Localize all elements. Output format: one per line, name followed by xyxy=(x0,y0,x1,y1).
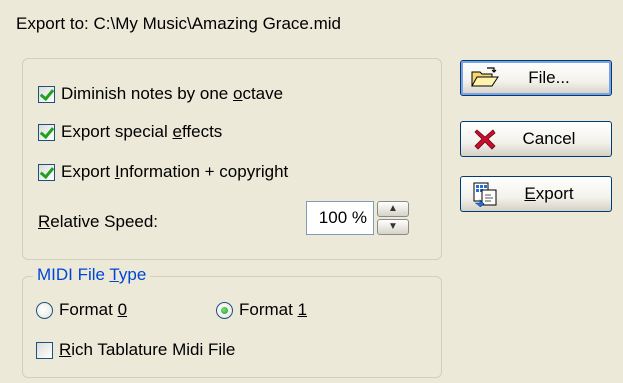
relative-speed-spinner[interactable]: ▲ ▼ xyxy=(377,201,409,235)
export-information-checkbox[interactable]: Export Information + copyright xyxy=(38,162,288,182)
spin-down-button[interactable]: ▼ xyxy=(377,219,409,235)
export-dialog: Export to: C:\My Music\Amazing Grace.mid… xyxy=(0,0,623,383)
cancel-button-label: Cancel xyxy=(522,129,576,148)
export-path-label: Export to: C:\My Music\Amazing Grace.mid xyxy=(16,14,341,33)
export-information-label: Export Information + copyright xyxy=(61,162,289,181)
diminish-octave-checkbox[interactable]: Diminish notes by one octave xyxy=(38,84,283,104)
file-button-label: File... xyxy=(528,68,570,87)
export-button-label: Export xyxy=(524,184,574,203)
export-document-icon xyxy=(465,178,505,210)
export-special-effects-label: Export special effects xyxy=(61,122,223,141)
rich-tablature-checkbox-box[interactable] xyxy=(36,341,53,359)
arrow-down-icon: ▼ xyxy=(388,221,398,232)
format-0-radio-circle[interactable] xyxy=(36,301,53,319)
format-1-label: Format 1 xyxy=(239,300,308,319)
rich-tablature-label: Rich Tablature Midi File xyxy=(59,340,236,359)
format-0-label: Format 0 xyxy=(59,300,128,319)
cancel-button[interactable]: Cancel xyxy=(460,121,612,157)
diminish-octave-label: Diminish notes by one octave xyxy=(61,84,284,103)
format-0-radio[interactable]: Format 0 xyxy=(36,300,127,320)
midi-file-type-group: MIDI File Type xyxy=(22,265,442,378)
spin-up-button[interactable]: ▲ xyxy=(377,201,409,217)
arrow-up-icon: ▲ xyxy=(388,203,398,214)
rich-tablature-checkbox[interactable]: Rich Tablature Midi File xyxy=(36,340,235,360)
file-button[interactable]: File... xyxy=(460,60,612,96)
red-x-icon xyxy=(465,123,505,155)
export-information-checkbox-box[interactable] xyxy=(38,163,55,181)
midi-file-type-legend: MIDI File Type xyxy=(33,265,151,285)
format-1-radio[interactable]: Format 1 xyxy=(216,300,307,320)
open-folder-icon xyxy=(465,62,505,94)
format-1-radio-circle[interactable] xyxy=(216,301,233,319)
relative-speed-input[interactable]: 100 % xyxy=(306,201,374,235)
relative-speed-label: Relative Speed: xyxy=(38,212,159,231)
diminish-octave-checkbox-box[interactable] xyxy=(38,85,55,103)
export-button[interactable]: Export xyxy=(460,176,612,212)
export-special-effects-checkbox[interactable]: Export special effects xyxy=(38,122,222,142)
export-special-effects-checkbox-box[interactable] xyxy=(38,123,55,141)
